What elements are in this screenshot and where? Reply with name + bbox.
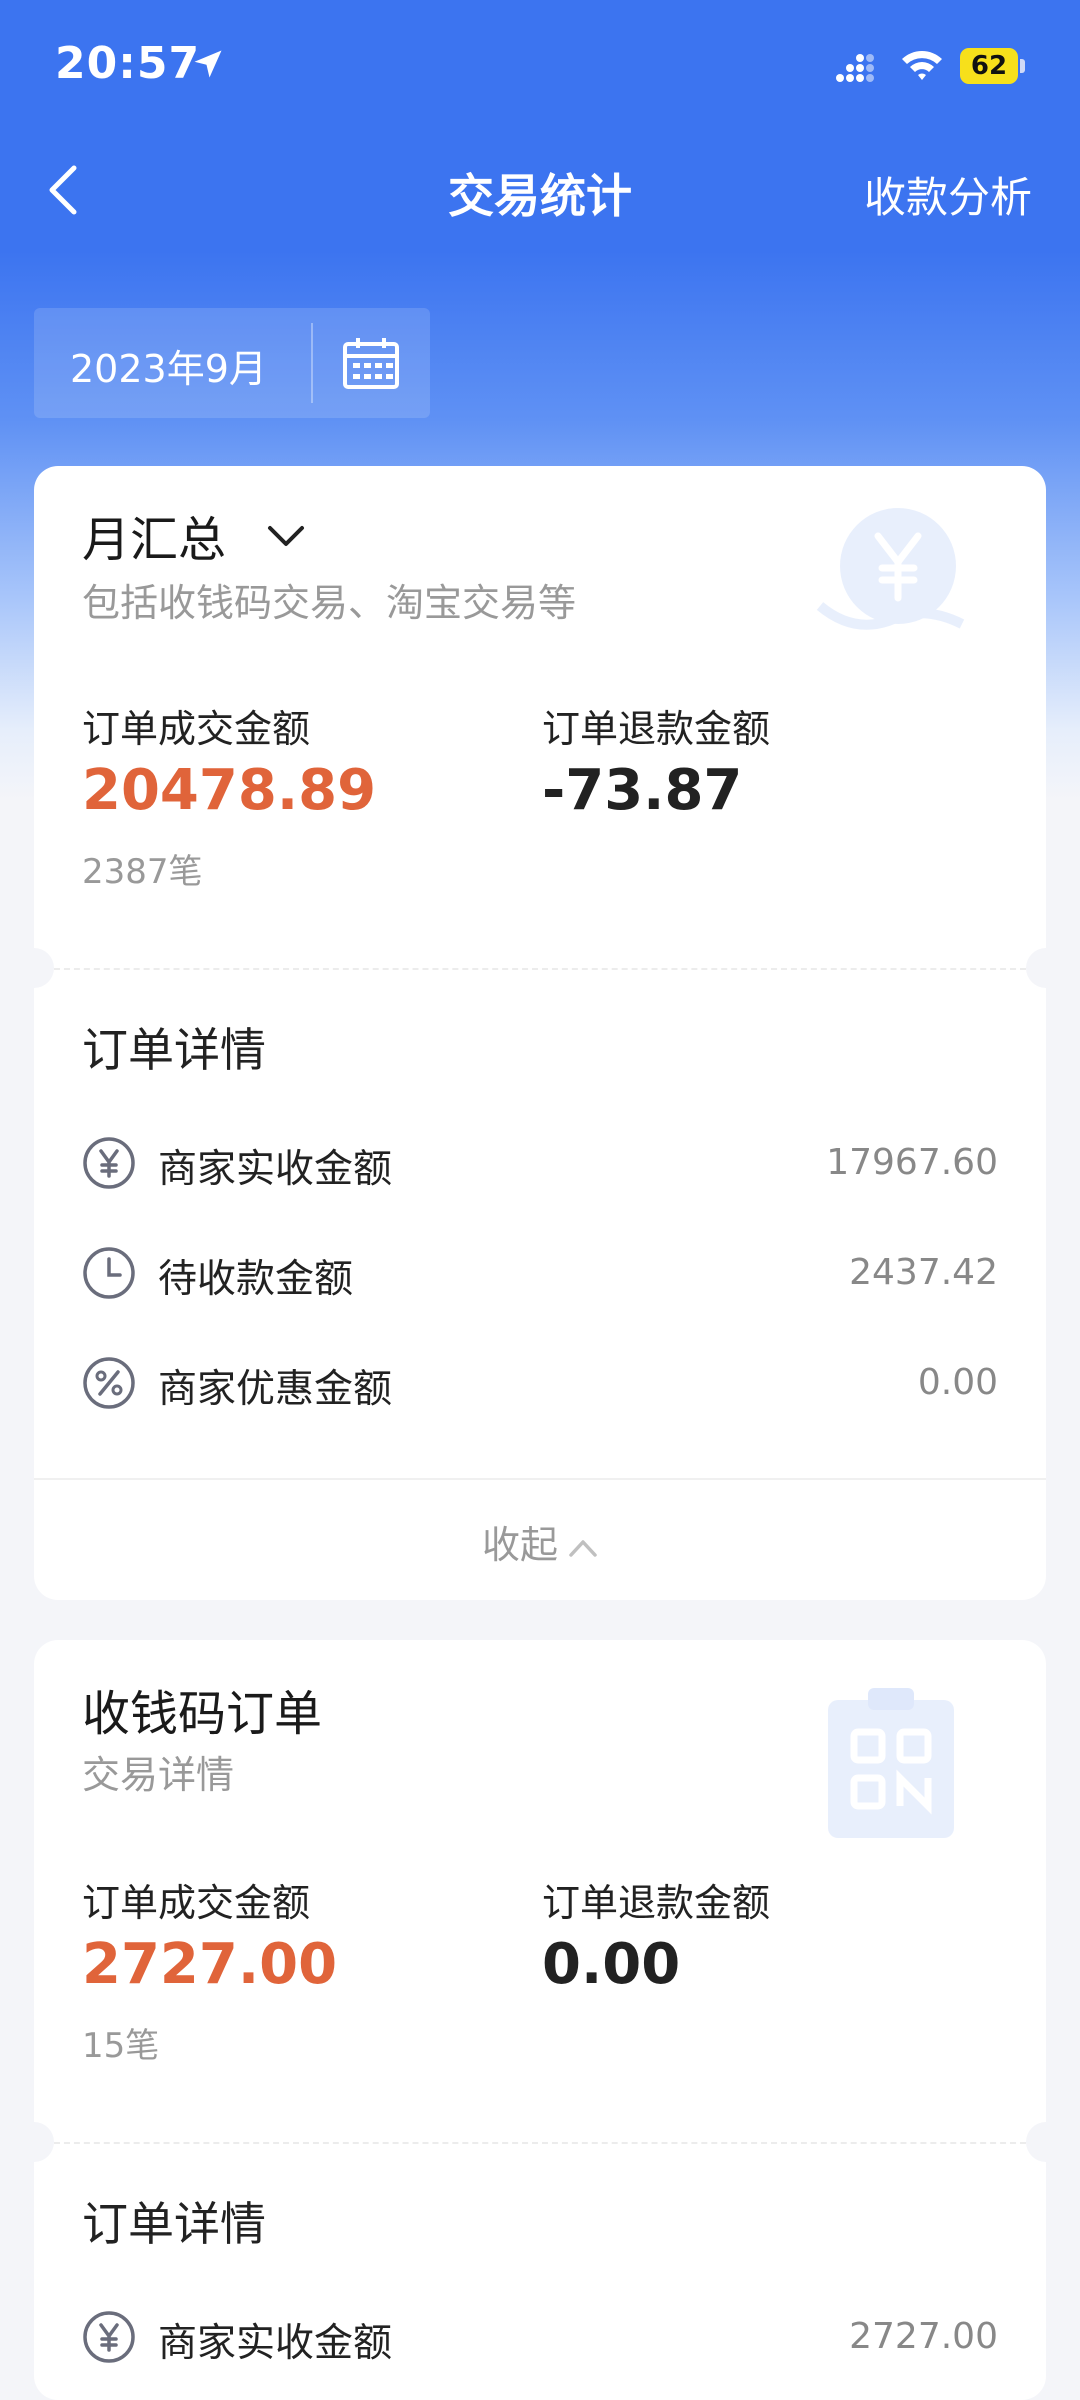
order-detail-title: 订单详情: [82, 1023, 266, 1077]
battery-indicator: 62: [960, 48, 1026, 84]
qr-orders-title: 收钱码订单: [82, 1686, 323, 1742]
refund-amount-label: 订单退款金额: [542, 707, 771, 751]
collapse-label[interactable]: 收起: [482, 1523, 558, 1567]
yen-coin-decoration-icon: [816, 508, 965, 630]
detail-label: 商家实收金额: [158, 1147, 393, 1192]
detail-label: 商家实收金额: [158, 2321, 393, 2366]
order-amount-value: 20478.89: [82, 758, 377, 823]
location-arrow-icon: [194, 50, 222, 78]
detail-row-merchant-received: 商家实收金额 17967.60: [82, 1128, 998, 1198]
nav-bar: 交易统计 收款分析: [0, 130, 1080, 250]
card-notch-right: [1026, 948, 1046, 988]
collapse-button[interactable]: 收起: [34, 1514, 1046, 1569]
chevron-up-icon[interactable]: [568, 1537, 598, 1559]
detail-value: 17967.60: [826, 1142, 998, 1183]
dashed-divider: [54, 2142, 1026, 2144]
card-notch-left: [34, 2122, 54, 2162]
detail-value: 0.00: [917, 1362, 998, 1403]
chevron-down-icon[interactable]: [266, 522, 306, 550]
qr-orders-card: 收钱码订单 交易详情 订单成交金额 2727.00 15笔 订单退款金额 0.0…: [34, 1640, 1046, 2400]
refund-amount-value: -73.87: [542, 758, 743, 823]
wifi-icon: [902, 51, 942, 80]
cellular-signal-icon: [836, 54, 874, 82]
payment-analysis-link[interactable]: 收款分析: [864, 164, 1032, 225]
clock-icon: [83, 1247, 135, 1299]
status-time: 20:57: [55, 38, 201, 89]
order-amount-label: 订单成交金额: [82, 1881, 311, 1925]
yen-circle-icon: [83, 2311, 135, 2363]
yen-circle-icon: [83, 1137, 135, 1189]
refund-amount-label: 订单退款金额: [542, 1881, 771, 1925]
qr-clipboard-decoration-icon: [828, 1688, 954, 1838]
detail-value: 2437.42: [849, 1252, 998, 1293]
detail-label: 待收款金额: [158, 1257, 354, 1302]
battery-level: 62: [970, 51, 1008, 81]
detail-row-merchant-received: 商家实收金额 2727.00: [82, 2302, 998, 2372]
month-picker[interactable]: 2023年9月: [34, 308, 430, 418]
order-amount-label: 订单成交金额: [82, 707, 311, 751]
calendar-icon[interactable]: [342, 336, 400, 390]
dashed-divider: [54, 968, 1026, 970]
order-count: 2387笔: [82, 852, 203, 892]
monthly-summary-card: 月汇总 包括收钱码交易、淘宝交易等 订单成交金额 20478.89 2387笔 …: [34, 466, 1046, 1600]
order-detail-title: 订单详情: [82, 2197, 266, 2251]
order-amount-value: 2727.00: [82, 1932, 338, 1997]
selected-month[interactable]: 2023年9月: [70, 338, 267, 393]
collapse-divider: [34, 1478, 1046, 1480]
card-notch-right: [1026, 2122, 1046, 2162]
percent-icon: [83, 1357, 135, 1409]
detail-row-pending: 待收款金额 2437.42: [82, 1238, 998, 1308]
monthly-summary-subtitle: 包括收钱码交易、淘宝交易等: [82, 581, 577, 625]
qr-orders-subtitle: 交易详情: [82, 1753, 235, 1797]
status-bar: 20:57 62: [0, 0, 1080, 130]
refund-amount-value: 0.00: [542, 1932, 681, 1997]
order-count: 15笔: [82, 2026, 160, 2066]
monthly-summary-title[interactable]: 月汇总: [82, 500, 226, 570]
detail-label: 商家优惠金额: [158, 1367, 393, 1412]
card-notch-left: [34, 948, 54, 988]
divider: [311, 323, 313, 403]
detail-row-discount: 商家优惠金额 0.00: [82, 1348, 998, 1418]
